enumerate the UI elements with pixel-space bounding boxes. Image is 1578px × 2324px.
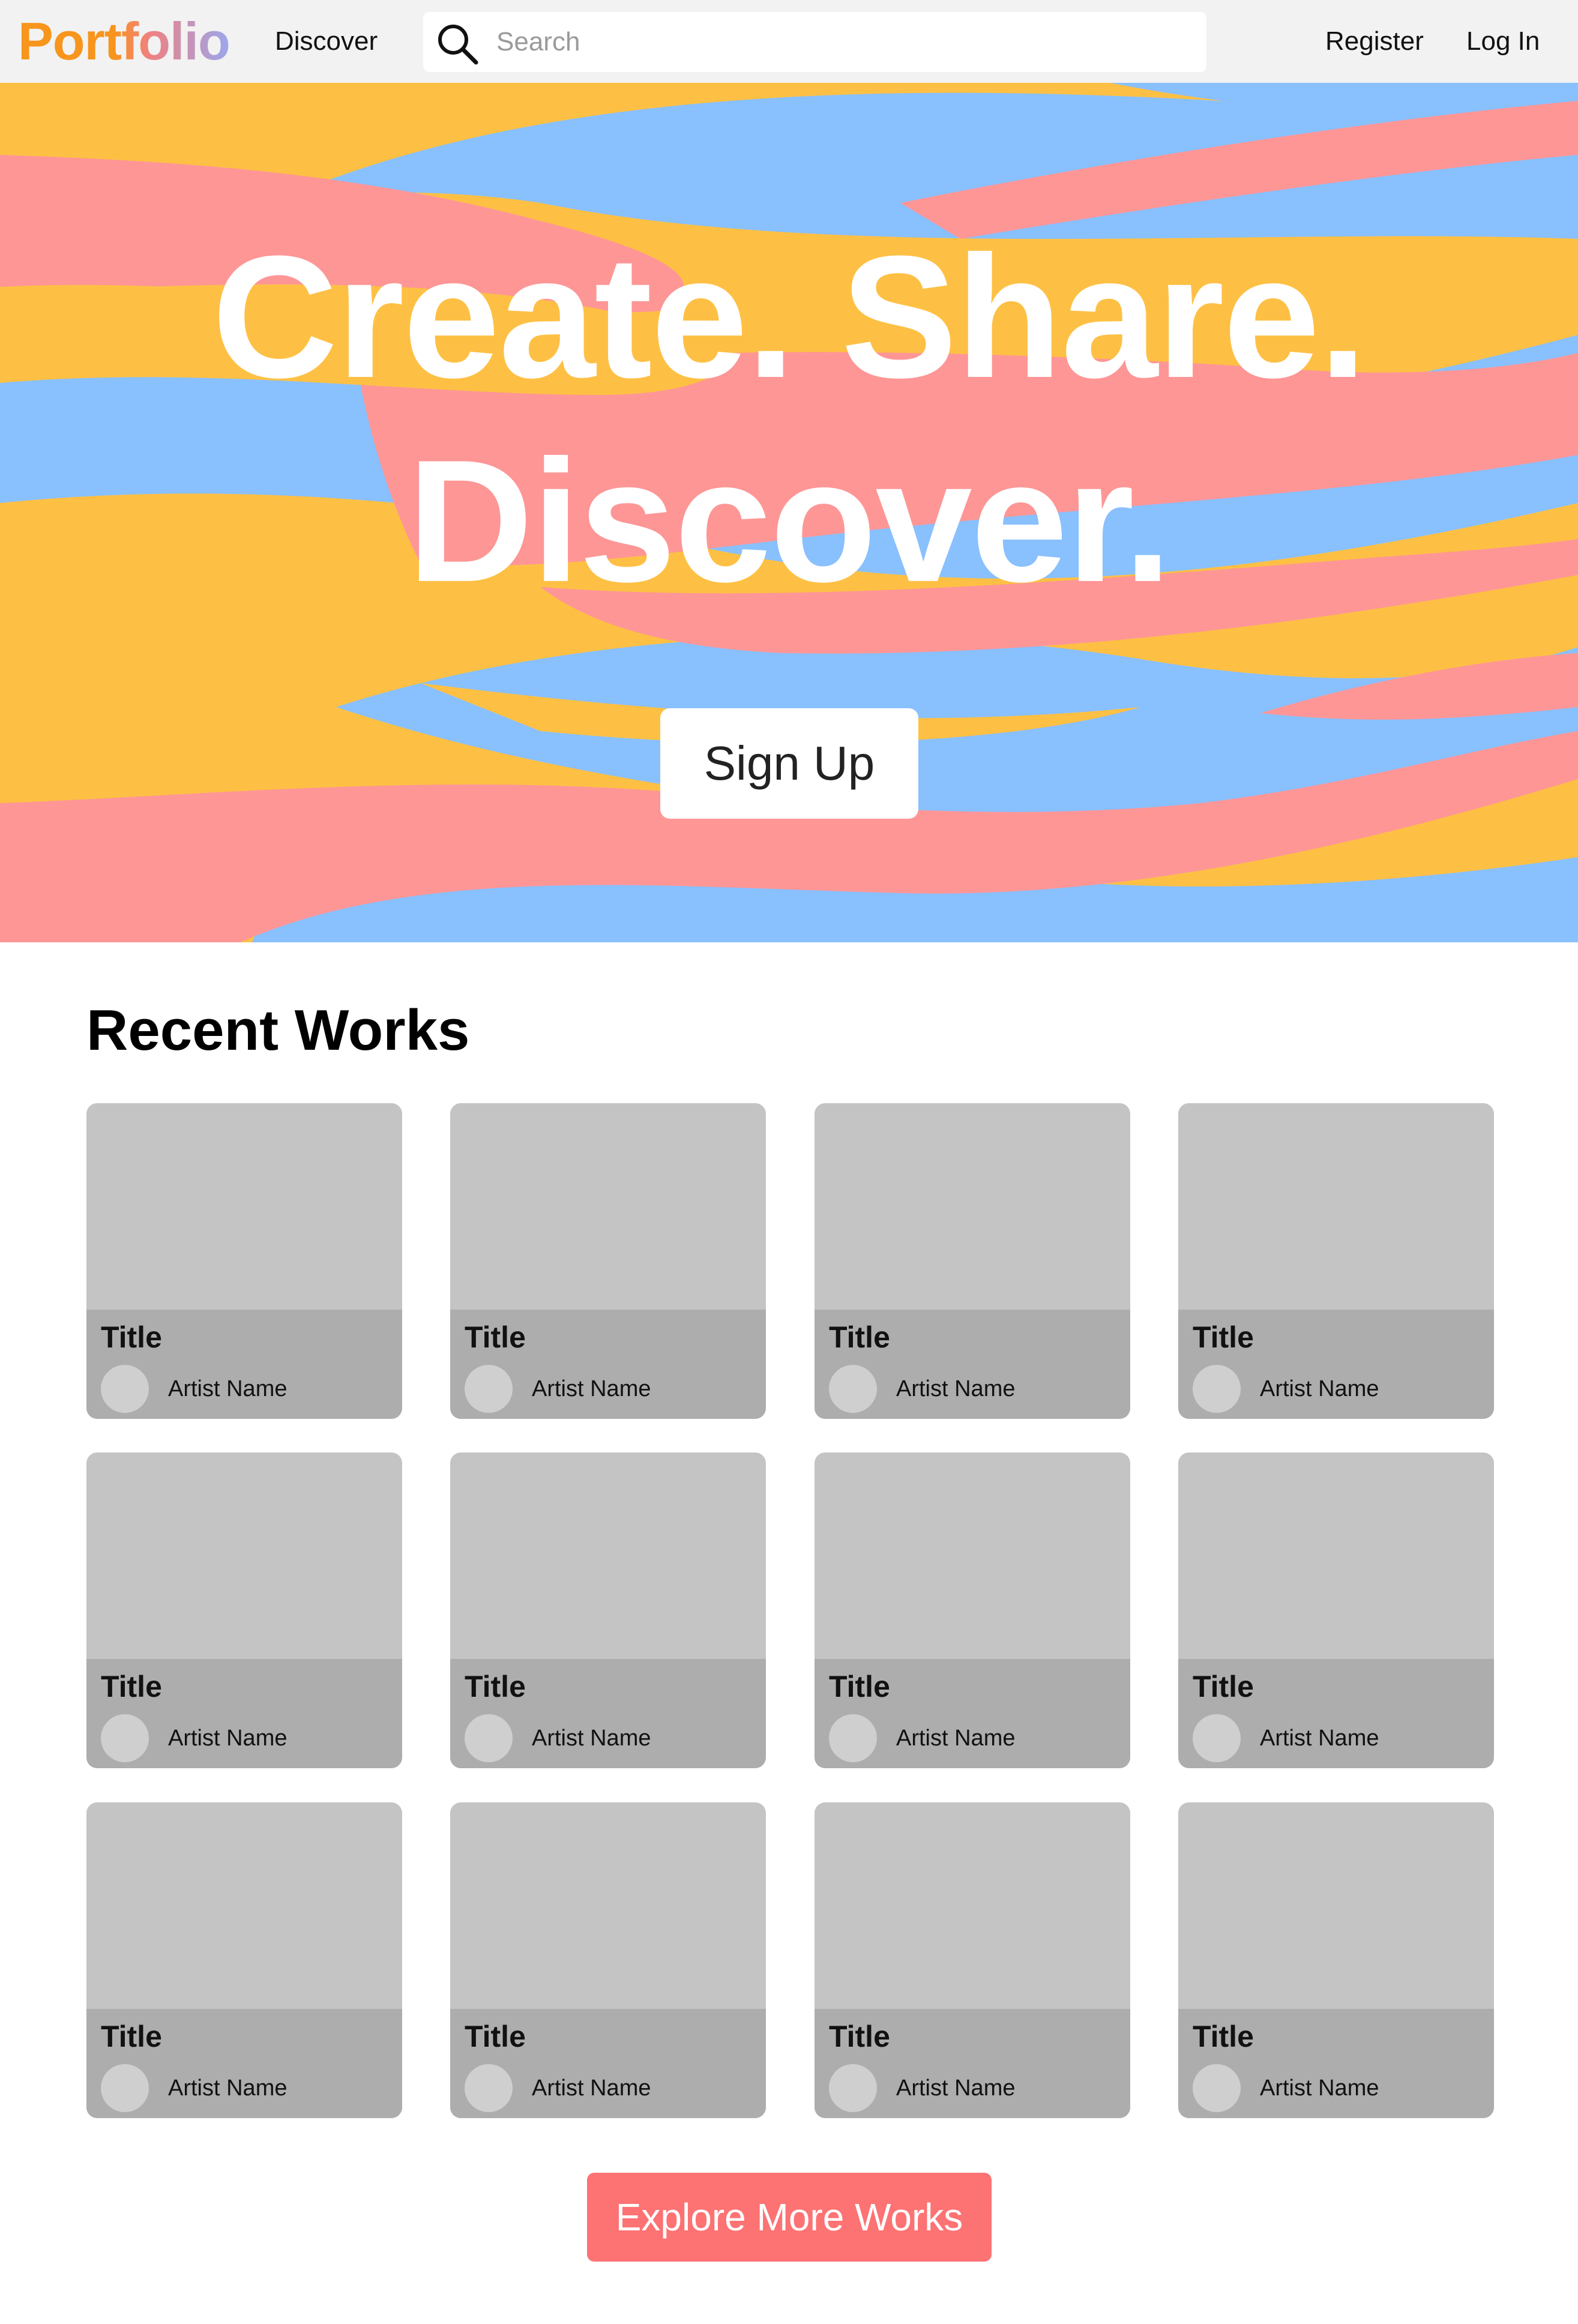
work-info: Title Artist Name — [86, 2009, 402, 2118]
artist-name[interactable]: Artist Name — [532, 1723, 651, 1754]
work-title[interactable]: Title — [101, 1667, 162, 1706]
artist-avatar[interactable] — [101, 1365, 149, 1413]
work-info: Title Artist Name — [815, 2009, 1130, 2118]
search-input[interactable] — [496, 24, 1187, 60]
work-title[interactable]: Title — [829, 2017, 890, 2056]
login-link[interactable]: Log In — [1466, 23, 1540, 60]
work-card[interactable]: Title Artist Name — [815, 1103, 1130, 1419]
artist-name[interactable]: Artist Name — [532, 1373, 651, 1404]
work-card[interactable]: Title Artist Name — [86, 1452, 402, 1768]
artist-avatar[interactable] — [1193, 1365, 1241, 1413]
work-thumbnail[interactable] — [86, 1452, 402, 1659]
artist-name[interactable]: Artist Name — [168, 1373, 287, 1404]
work-info: Title Artist Name — [1178, 2009, 1494, 2118]
work-title[interactable]: Title — [101, 1318, 162, 1356]
work-info: Title Artist Name — [450, 1659, 766, 1768]
work-title[interactable]: Title — [1193, 1667, 1254, 1706]
work-title[interactable]: Title — [1193, 2017, 1254, 2056]
artist-name[interactable]: Artist Name — [1260, 2073, 1379, 2104]
logo[interactable]: Portfolio — [18, 8, 230, 74]
search-icon[interactable] — [434, 20, 482, 68]
work-thumbnail[interactable] — [1178, 1802, 1494, 2009]
work-info: Title Artist Name — [86, 1659, 402, 1768]
artist-name[interactable]: Artist Name — [168, 1723, 287, 1754]
work-thumbnail[interactable] — [450, 1452, 766, 1659]
artist-avatar[interactable] — [101, 2064, 149, 2112]
work-info: Title Artist Name — [450, 1310, 766, 1419]
artist-avatar[interactable] — [465, 2064, 513, 2112]
work-title[interactable]: Title — [465, 2017, 526, 2056]
artist-name[interactable]: Artist Name — [896, 1373, 1015, 1404]
work-title[interactable]: Title — [101, 2017, 162, 2056]
work-thumbnail[interactable] — [1178, 1452, 1494, 1659]
artist-avatar[interactable] — [829, 1365, 877, 1413]
work-title[interactable]: Title — [829, 1667, 890, 1706]
work-info: Title Artist Name — [450, 2009, 766, 2118]
work-card[interactable]: Title Artist Name — [1178, 1103, 1494, 1419]
work-thumbnail[interactable] — [86, 1802, 402, 2009]
work-info: Title Artist Name — [1178, 1659, 1494, 1768]
work-thumbnail[interactable] — [815, 1802, 1130, 2009]
work-info: Title Artist Name — [815, 1659, 1130, 1768]
work-card[interactable]: Title Artist Name — [1178, 1802, 1494, 2118]
artist-avatar[interactable] — [465, 1714, 513, 1762]
work-card[interactable]: Title Artist Name — [815, 1802, 1130, 2118]
work-card[interactable]: Title Artist Name — [86, 1802, 402, 2118]
register-link[interactable]: Register — [1325, 23, 1424, 60]
work-thumbnail[interactable] — [450, 1802, 766, 2009]
artist-name[interactable]: Artist Name — [1260, 1373, 1379, 1404]
nav-discover-link[interactable]: Discover — [275, 23, 378, 60]
work-info: Title Artist Name — [1178, 1310, 1494, 1419]
work-card[interactable]: Title Artist Name — [815, 1452, 1130, 1768]
artist-name[interactable]: Artist Name — [532, 2073, 651, 2104]
work-card[interactable]: Title Artist Name — [1178, 1452, 1494, 1768]
work-card[interactable]: Title Artist Name — [86, 1103, 402, 1419]
work-title[interactable]: Title — [1193, 1318, 1254, 1356]
work-card[interactable]: Title Artist Name — [450, 1452, 766, 1768]
artist-avatar[interactable] — [1193, 2064, 1241, 2112]
work-title[interactable]: Title — [465, 1667, 526, 1706]
artist-avatar[interactable] — [829, 2064, 877, 2112]
search-bar[interactable] — [423, 12, 1206, 72]
artist-avatar[interactable] — [1193, 1714, 1241, 1762]
hero-banner: Create. Share. Discover. Sign Up — [0, 83, 1578, 942]
artist-avatar[interactable] — [465, 1365, 513, 1413]
work-thumbnail[interactable] — [815, 1103, 1130, 1310]
recent-works-heading: Recent Works — [86, 998, 470, 1062]
artist-name[interactable]: Artist Name — [896, 2073, 1015, 2104]
work-card[interactable]: Title Artist Name — [450, 1103, 766, 1419]
hero-headline-line2: Discover. — [407, 424, 1172, 618]
work-info: Title Artist Name — [815, 1310, 1130, 1419]
explore-more-button[interactable]: Explore More Works — [587, 2173, 992, 2262]
artist-name[interactable]: Artist Name — [896, 1723, 1015, 1754]
hero-headline-line1: Create. Share. — [212, 220, 1367, 414]
work-thumbnail[interactable] — [450, 1103, 766, 1310]
sign-up-button[interactable]: Sign Up — [660, 708, 918, 819]
top-nav: Portfolio Discover Register Log In — [0, 0, 1578, 83]
work-info: Title Artist Name — [86, 1310, 402, 1419]
work-card[interactable]: Title Artist Name — [450, 1802, 766, 2118]
artist-name[interactable]: Artist Name — [168, 2073, 287, 2104]
work-title[interactable]: Title — [465, 1318, 526, 1356]
work-thumbnail[interactable] — [815, 1452, 1130, 1659]
artist-avatar[interactable] — [829, 1714, 877, 1762]
artist-avatar[interactable] — [101, 1714, 149, 1762]
work-thumbnail[interactable] — [86, 1103, 402, 1310]
work-title[interactable]: Title — [829, 1318, 890, 1356]
artist-name[interactable]: Artist Name — [1260, 1723, 1379, 1754]
work-thumbnail[interactable] — [1178, 1103, 1494, 1310]
